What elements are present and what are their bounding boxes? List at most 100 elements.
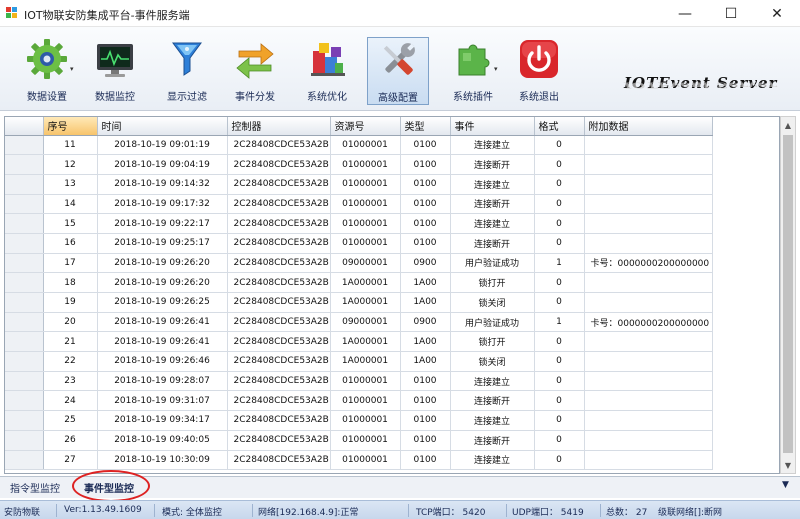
cell-resource: 09000001	[330, 253, 401, 274]
cell-controller: 2C28408CDCE53A2B	[227, 331, 331, 353]
cell-resource: 09000001	[330, 312, 401, 333]
cell-extra: 卡号：0000000200000000	[584, 312, 713, 333]
cell-format: 0	[534, 213, 585, 234]
row-indicator[interactable]	[5, 410, 44, 431]
cell-type: 1A00	[400, 292, 451, 313]
chevron-down-icon: ▾	[70, 65, 74, 73]
scrollbar-thumb[interactable]	[783, 135, 793, 453]
event-table: 序号 时间 控制器 资源号 类型 事件 格式 附加数据 11 2018-10-19…	[4, 116, 780, 474]
table-row[interactable]: 12 2018-10-19 09:04:19 2C28408CDCE53A2B 010…	[5, 154, 713, 175]
toolbar-display-filter-button[interactable]: 显示过滤	[158, 33, 216, 105]
cell-seq: 24	[43, 390, 98, 412]
table-row[interactable]: 16 2018-10-19 09:25:17 2C28408CDCE53A2B 010…	[5, 233, 713, 254]
cell-resource: 01000001	[330, 233, 401, 254]
cell-controller: 2C28408CDCE53A2B	[227, 174, 331, 195]
column-header[interactable]: 事件	[450, 117, 535, 136]
status-cascade-network: 级联网络[]:断网	[658, 508, 723, 518]
cell-event: 连接断开	[450, 154, 535, 175]
row-indicator[interactable]	[5, 154, 44, 175]
toolbar-advanced-config-button[interactable]: 高级配置	[367, 37, 429, 105]
column-header[interactable]: 附加数据	[584, 117, 713, 136]
cell-controller: 2C28408CDCE53A2B	[227, 430, 331, 451]
close-button[interactable]: ✕	[754, 0, 800, 27]
table-row[interactable]: 18 2018-10-19 09:26:20 2C28408CDCE53A2B 1A0…	[5, 272, 713, 293]
cell-resource: 01000001	[330, 390, 401, 412]
cell-seq: 20	[43, 312, 98, 333]
toolbar-data-monitor-button[interactable]: 数据监控	[86, 33, 144, 105]
row-indicator[interactable]	[5, 371, 44, 392]
column-header[interactable]: 类型	[400, 117, 451, 136]
toolbar-data-settings-button[interactable]: ▾ 数据设置	[14, 33, 80, 105]
gear-icon	[27, 39, 67, 79]
table-row[interactable]: 11 2018-10-19 09:01:19 2C28408CDCE53A2B 010…	[5, 135, 713, 156]
scroll-down-icon[interactable]: ▼	[781, 457, 795, 473]
toolbar-system-plugin-button[interactable]: ▾ 系统插件	[440, 33, 506, 105]
column-header[interactable]: 时间	[97, 117, 228, 136]
cell-resource: 01000001	[330, 410, 401, 431]
cell-event: 锁打开	[450, 331, 535, 353]
row-indicator[interactable]	[5, 450, 44, 471]
cell-format: 0	[534, 410, 585, 431]
tab-command-monitor[interactable]: 指令型监控	[10, 480, 60, 495]
table-row[interactable]: 27 2018-10-19 10:30:09 2C28408CDCE53A2B 010…	[5, 450, 713, 471]
row-indicator[interactable]	[5, 272, 44, 293]
column-header[interactable]: 资源号	[330, 117, 401, 136]
row-indicator[interactable]	[5, 253, 44, 274]
maximize-button[interactable]: ☐	[708, 0, 754, 27]
cell-resource: 01000001	[330, 213, 401, 234]
table-row[interactable]: 23 2018-10-19 09:28:07 2C28408CDCE53A2B 010…	[5, 371, 713, 392]
row-indicator[interactable]	[5, 135, 44, 156]
row-indicator[interactable]	[5, 292, 44, 313]
scroll-up-icon[interactable]: ▲	[781, 117, 795, 133]
minimize-button[interactable]: —	[662, 0, 708, 27]
cell-format: 0	[534, 450, 585, 471]
cell-controller: 2C28408CDCE53A2B	[227, 135, 331, 156]
cell-time: 2018-10-19 09:01:19	[97, 135, 228, 156]
row-indicator[interactable]	[5, 194, 44, 215]
cell-time: 2018-10-19 09:26:41	[97, 331, 228, 353]
toolbar-label: 显示过滤	[167, 92, 207, 103]
table-row[interactable]: 17 2018-10-19 09:26:20 2C28408CDCE53A2B 090…	[5, 253, 713, 274]
cell-time: 2018-10-19 09:25:17	[97, 233, 228, 254]
column-header[interactable]: 序号	[43, 117, 98, 136]
table-row[interactable]: 19 2018-10-19 09:26:25 2C28408CDCE53A2B 1A0…	[5, 292, 713, 313]
table-row[interactable]: 24 2018-10-19 09:31:07 2C28408CDCE53A2B 010…	[5, 390, 713, 412]
vertical-scrollbar[interactable]: ▲ ▼	[780, 116, 796, 474]
column-header[interactable]: 格式	[534, 117, 585, 136]
cell-time: 2018-10-19 09:26:20	[97, 272, 228, 293]
table-row[interactable]: 13 2018-10-19 09:14:32 2C28408CDCE53A2B 010…	[5, 174, 713, 195]
row-indicator[interactable]	[5, 233, 44, 254]
table-row[interactable]: 25 2018-10-19 09:34:17 2C28408CDCE53A2B 010…	[5, 410, 713, 431]
table-row[interactable]: 26 2018-10-19 09:40:05 2C28408CDCE53A2B 010…	[5, 430, 713, 451]
table-header-row: 序号 时间 控制器 资源号 类型 事件 格式 附加数据	[5, 117, 713, 136]
table-row[interactable]: 21 2018-10-19 09:26:41 2C28408CDCE53A2B 1A0…	[5, 331, 713, 353]
table-row[interactable]: 15 2018-10-19 09:22:17 2C28408CDCE53A2B 010…	[5, 213, 713, 234]
cell-time: 2018-10-19 09:26:25	[97, 292, 228, 313]
row-indicator[interactable]	[5, 174, 44, 195]
toolbar-label: 数据监控	[95, 92, 135, 103]
cell-event: 连接建立	[450, 135, 535, 156]
cell-resource: 01000001	[330, 194, 401, 215]
cell-extra	[584, 135, 713, 156]
cell-extra: 卡号：0000000200000000	[584, 253, 713, 274]
cell-format: 0	[534, 351, 585, 372]
toolbar-event-dispatch-button[interactable]: 事件分发	[226, 33, 284, 105]
cell-seq: 22	[43, 351, 98, 372]
row-indicator[interactable]	[5, 331, 44, 353]
toolbar-system-optimize-button[interactable]: 系统优化	[298, 33, 356, 105]
tab-menu-arrow-icon[interactable]: ▼	[782, 480, 789, 490]
row-indicator[interactable]	[5, 351, 44, 372]
table-row[interactable]: 20 2018-10-19 09:26:41 2C28408CDCE53A2B 090…	[5, 312, 713, 333]
table-row[interactable]: 22 2018-10-19 09:26:46 2C28408CDCE53A2B 1A0…	[5, 351, 713, 372]
cell-time: 2018-10-19 09:40:05	[97, 430, 228, 451]
cell-format: 0	[534, 194, 585, 215]
row-indicator[interactable]	[5, 312, 44, 333]
cell-extra	[584, 371, 713, 392]
row-indicator[interactable]	[5, 390, 44, 412]
column-header[interactable]: 控制器	[227, 117, 331, 136]
cell-event: 连接建立	[450, 174, 535, 195]
row-indicator[interactable]	[5, 430, 44, 451]
toolbar-system-exit-button[interactable]: 系统退出	[510, 33, 568, 105]
row-indicator[interactable]	[5, 213, 44, 234]
table-row[interactable]: 14 2018-10-19 09:17:32 2C28408CDCE53A2B 010…	[5, 194, 713, 215]
